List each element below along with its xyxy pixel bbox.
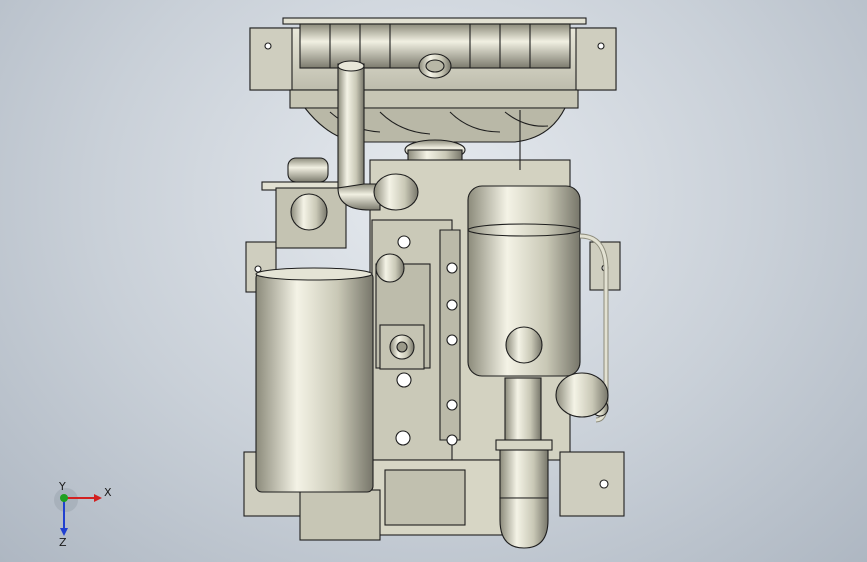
radiator-assembly <box>249 17 617 109</box>
x-arrowhead-icon <box>94 494 102 502</box>
view-orientation-triad[interactable]: X Y Z <box>44 478 124 548</box>
z-arrowhead-icon <box>60 528 68 536</box>
left-canister <box>255 267 374 493</box>
y-axis-dot <box>60 494 68 502</box>
graphics-viewport[interactable]: X Y Z <box>0 0 867 562</box>
engine-3d-model[interactable] <box>0 0 867 562</box>
z-axis-label: Z <box>59 536 67 548</box>
y-axis-label: Y <box>58 480 66 493</box>
alternator <box>261 157 347 249</box>
x-axis-label: X <box>104 486 112 499</box>
